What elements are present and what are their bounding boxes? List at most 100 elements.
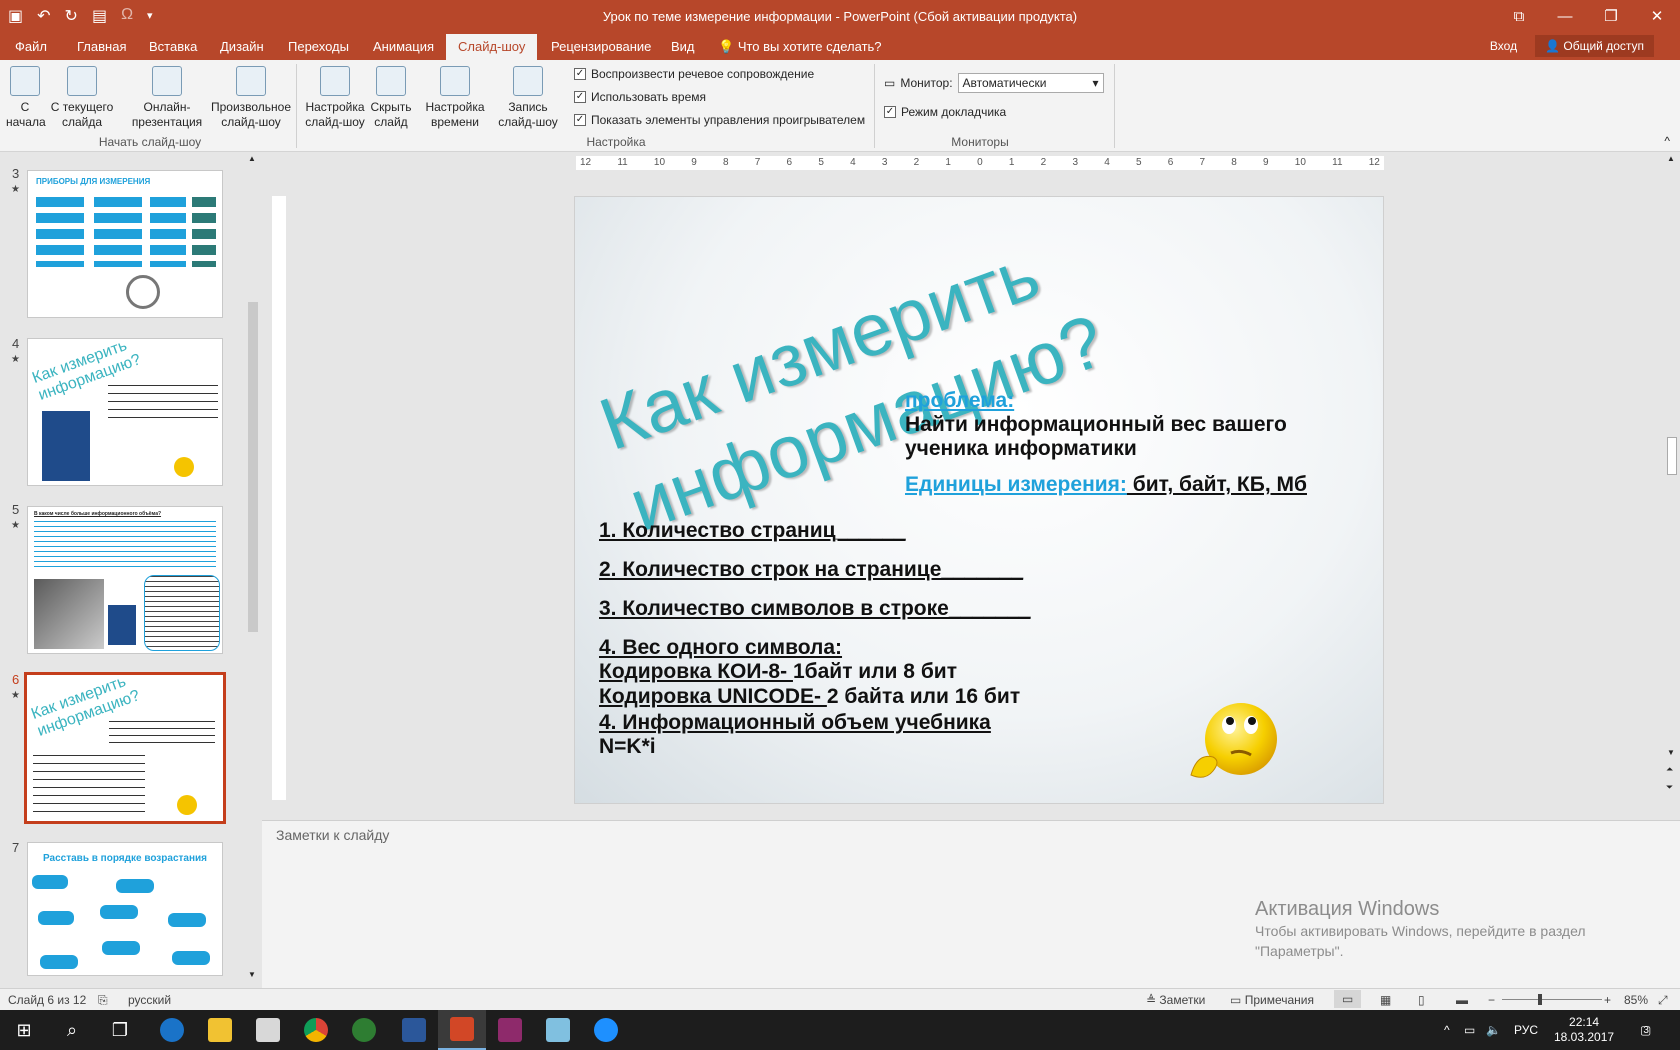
slide-thumbnail-6[interactable]: Как измерить информацию? [24,672,226,824]
tab-transitions[interactable]: Переходы [288,39,349,54]
animation-star-icon: ★ [11,520,20,531]
units-value: бит, байт, КБ, Мб [1126,473,1307,496]
zoom-in-icon[interactable]: + [1604,993,1611,1007]
language-indicator[interactable]: русский [128,993,171,1007]
volume-icon[interactable]: 🔈 [1486,1010,1501,1050]
slide-thumbnail-3[interactable]: ПРИБОРЫ ДЛЯ ИЗМЕРЕНИЯ [27,170,223,318]
notification-center-icon[interactable]: ▢ 3 [1640,1010,1651,1050]
tab-insert[interactable]: Вставка [149,39,197,54]
custom-show-button[interactable]: Произвольное слайд-шоу [206,66,296,130]
slideshow-current-icon [67,66,97,96]
online-label: Онлайн-презентация [131,100,203,129]
edge-icon[interactable] [148,1010,196,1050]
ruler-tick: 8 [1231,157,1237,168]
ie-icon[interactable] [582,1010,630,1050]
tab-slideshow[interactable]: Слайд-шоу [446,34,538,60]
slide-thumbnail-5[interactable]: В каком числе больше информационного объ… [27,506,223,654]
rehearse-label: Настройка времени [425,100,485,129]
signin-link[interactable]: Вход [1490,39,1517,53]
slide-title[interactable]: Как измерить информацию? [589,217,1116,549]
tab-view[interactable]: Вид [671,39,695,54]
thumb-callout [144,575,220,651]
ribbon-display-icon[interactable]: ⧉ [1496,0,1542,32]
prev-slide-icon[interactable]: ⏶ [1666,764,1673,775]
setup-show-button[interactable]: Настройка слайд-шоу [302,66,368,130]
editor-scrollbar[interactable]: ▲ ▼ ⏶ ⏷ [1664,152,1680,802]
network-icon[interactable]: ▭ [1464,1010,1475,1050]
animation-star-icon: ★ [11,184,20,195]
record-show-button[interactable]: Запись слайд-шоу [488,66,568,130]
scroll-down-icon[interactable]: ▼ [248,970,256,979]
clock[interactable]: 22:14 18.03.2017 [1554,1010,1614,1050]
tab-home[interactable]: Главная [77,39,126,54]
store-icon[interactable] [244,1010,292,1050]
word-icon[interactable] [390,1010,438,1050]
presenter-view-checkbox[interactable]: ✓ Режим докладчика [884,105,1006,119]
slide-sorter-icon[interactable]: ▦ [1380,993,1391,1007]
next-slide-icon[interactable]: ⏷ [1666,782,1673,793]
zoom-level[interactable]: 85% [1624,993,1648,1007]
close-icon[interactable]: ✕ [1634,0,1680,32]
ruler-tick: 11 [1332,157,1343,168]
narration-checkbox[interactable]: ✓ Воспроизвести речевое сопровождение [574,67,814,81]
notepad-icon[interactable] [534,1010,582,1050]
windows-start-icon[interactable]: ⊞ [0,1010,48,1050]
zoom-slider-handle[interactable] [1538,994,1542,1005]
timings-checkbox[interactable]: ✓ Использовать время [574,90,706,104]
monitor-select[interactable]: Автоматически ▾ [957,73,1104,93]
collapse-ribbon-icon[interactable]: ^ [1664,134,1670,148]
task-view-icon[interactable]: ❐ [96,1010,144,1050]
slide-thumbnail-7[interactable]: Расставь в порядке возрастания [27,842,223,976]
formula: N=K*i [599,735,656,758]
scroll-up-icon[interactable]: ▲ [248,154,256,163]
chrome-icon[interactable] [292,1010,340,1050]
winrar-icon[interactable] [486,1010,534,1050]
rehearse-timings-button[interactable]: Настройка времени [422,66,488,130]
problem-label: проблема: [905,389,1015,412]
zoom-slider[interactable] [1502,999,1602,1000]
fit-slide-icon[interactable]: ⤢ [1658,993,1668,1008]
zoom-out-icon[interactable]: − [1488,993,1495,1007]
tab-review[interactable]: Рецензирование [551,39,651,54]
scroll-down-icon[interactable]: ▼ [1667,748,1675,757]
scrollbar-thumb[interactable] [248,302,258,632]
app-icon-green[interactable] [340,1010,388,1050]
tab-design[interactable]: Дизайн [220,39,264,54]
tell-me[interactable]: 💡 Что вы хотите сделать? [718,39,882,55]
hide-slide-button[interactable]: Скрыть слайд [368,66,414,130]
chevron-down-icon: ▾ [1092,76,1099,90]
from-start-button[interactable]: С начала [6,66,46,130]
normal-view-icon[interactable]: ▭ [1334,990,1362,1008]
ruler-tick: 0 [977,157,983,168]
notes-placeholder[interactable]: Заметки к слайду [276,827,389,843]
slideshow-view-icon[interactable]: ▬ [1456,993,1468,1007]
scrollbar-thumb[interactable] [1667,437,1677,475]
narration-label: Воспроизвести речевое сопровождение [591,67,815,81]
restore-icon[interactable]: ❐ [1588,0,1634,32]
search-icon[interactable]: ⌕ [48,1010,96,1050]
controls-checkbox[interactable]: ✓ Показать элементы управления проигрыва… [574,113,865,127]
spellcheck-icon[interactable]: ⎘ [98,993,108,1008]
file-explorer-icon[interactable] [196,1010,244,1050]
monitor-value: Автоматически [962,76,1047,90]
thumb-photo [34,579,104,649]
notes-button[interactable]: ≜ Заметки [1146,993,1205,1007]
from-current-button[interactable]: С текущего слайда [48,66,116,130]
minimize-icon[interactable]: — [1542,0,1588,32]
online-presentation-button[interactable]: Онлайн-презентация [124,66,210,130]
tray-expand-icon[interactable]: ^ [1444,1010,1450,1050]
clock-date: 18.03.2017 [1554,1030,1615,1044]
reading-view-icon[interactable]: ▯ [1418,993,1425,1007]
thumbnail-scrollbar[interactable]: ▲ ▼ [245,152,261,988]
powerpoint-icon[interactable] [438,1010,486,1050]
scroll-up-icon[interactable]: ▲ [1667,154,1675,163]
comments-button[interactable]: ▭ Примечания [1230,993,1314,1007]
slide-thumbnail-4[interactable]: Как измерить информацию? [27,338,223,486]
current-slide[interactable]: Как измерить информацию? проблема: Найти… [574,196,1384,804]
tab-file[interactable]: Файл [15,39,47,54]
keyboard-language[interactable]: РУС [1514,1010,1538,1050]
share-button[interactable]: 👤 Общий доступ [1535,35,1654,57]
ruler-tick: 12 [580,157,592,168]
tab-animation[interactable]: Анимация [373,39,434,54]
from-current-label: С текущего слайда [50,100,114,129]
